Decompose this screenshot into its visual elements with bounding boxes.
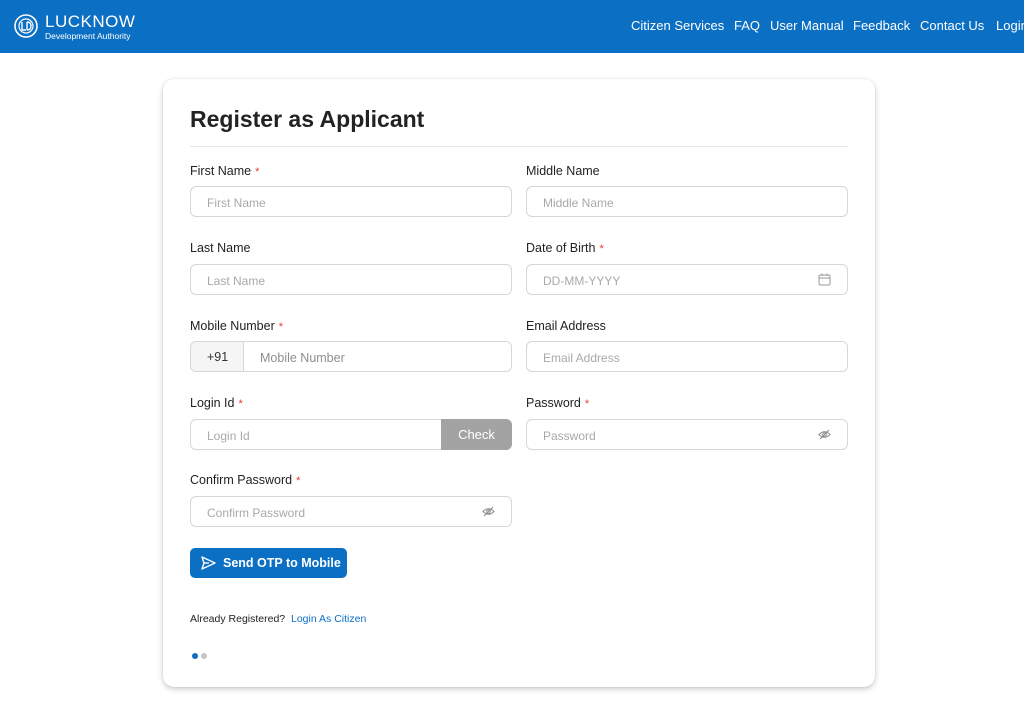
last-name-placeholder: Last Name [207, 274, 266, 288]
first-name-placeholder: First Name [207, 196, 266, 210]
email-input[interactable]: Email Address [526, 341, 848, 372]
email-label: Email Address [526, 319, 606, 333]
country-code-prefix: +91 [191, 342, 244, 371]
title-divider [190, 146, 848, 147]
top-header: LUCKNOW Development Authority Citizen Se… [0, 0, 1024, 53]
already-registered-text: Already Registered? [190, 613, 286, 625]
brand-name: LUCKNOW [45, 12, 136, 31]
login-id-label: Login Id * [190, 396, 243, 410]
email-placeholder: Email Address [543, 351, 620, 365]
nav-user-manual[interactable]: User Manual [770, 18, 844, 33]
password-placeholder: Password [543, 429, 596, 443]
dob-input[interactable]: DD-MM-YYYY [526, 264, 848, 295]
last-name-input[interactable]: Last Name [190, 264, 512, 295]
check-button[interactable]: Check [441, 419, 512, 450]
mobile-input[interactable]: +91 Mobile Number [190, 341, 512, 372]
login-id-placeholder: Login Id [207, 429, 250, 443]
mobile-label: Mobile Number * [190, 319, 284, 333]
login-as-citizen-link[interactable]: Login As Citizen [291, 613, 366, 625]
last-name-label: Last Name [190, 241, 251, 255]
brand-subtitle: Development Authority [45, 31, 131, 41]
nav-faq[interactable]: FAQ [734, 18, 760, 33]
nav-login[interactable]: Login [996, 18, 1024, 33]
password-label: Password * [526, 396, 590, 410]
middle-name-label: Middle Name [526, 164, 600, 178]
confirm-password-label: Confirm Password * [190, 473, 301, 487]
confirm-password-placeholder: Confirm Password [207, 506, 306, 520]
first-name-input[interactable]: First Name [190, 186, 512, 217]
country-code: +91 [207, 350, 229, 364]
nav-contact-us[interactable]: Contact Us [920, 18, 984, 33]
required-marker: * [584, 398, 590, 410]
first-name-label: First Name * [190, 164, 260, 178]
middle-name-input[interactable]: Middle Name [526, 186, 848, 217]
required-marker: * [255, 166, 260, 178]
nav-feedback[interactable]: Feedback [853, 18, 910, 33]
middle-name-placeholder: Middle Name [543, 196, 614, 210]
eye-off-icon[interactable] [482, 505, 495, 518]
send-otp-button[interactable]: Send OTP to Mobile [190, 548, 347, 578]
pagination-dot-1[interactable] [192, 653, 198, 659]
calendar-icon[interactable] [818, 273, 831, 286]
login-id-input[interactable]: Login Id Check [190, 419, 512, 450]
pagination-dot-2[interactable] [201, 653, 207, 659]
confirm-password-input[interactable]: Confirm Password [190, 496, 512, 527]
brand[interactable]: LUCKNOW Development Authority [45, 12, 136, 42]
register-card: Register as Applicant First Name * First … [163, 79, 875, 687]
nav-citizen-services[interactable]: Citizen Services [631, 18, 724, 33]
page-title: Register as Applicant [190, 106, 425, 132]
dob-label: Date of Birth * [526, 241, 604, 255]
required-marker: * [599, 243, 604, 255]
lda-logo-icon[interactable] [14, 12, 38, 40]
send-otp-label: Send OTP to Mobile [223, 556, 341, 570]
required-marker: * [296, 475, 301, 487]
dob-placeholder: DD-MM-YYYY [543, 274, 621, 288]
send-icon [201, 556, 216, 570]
password-input[interactable]: Password [526, 419, 848, 450]
eye-off-icon[interactable] [818, 428, 831, 441]
required-marker: * [238, 398, 243, 410]
required-marker: * [278, 321, 284, 333]
mobile-placeholder: Mobile Number [260, 351, 345, 365]
